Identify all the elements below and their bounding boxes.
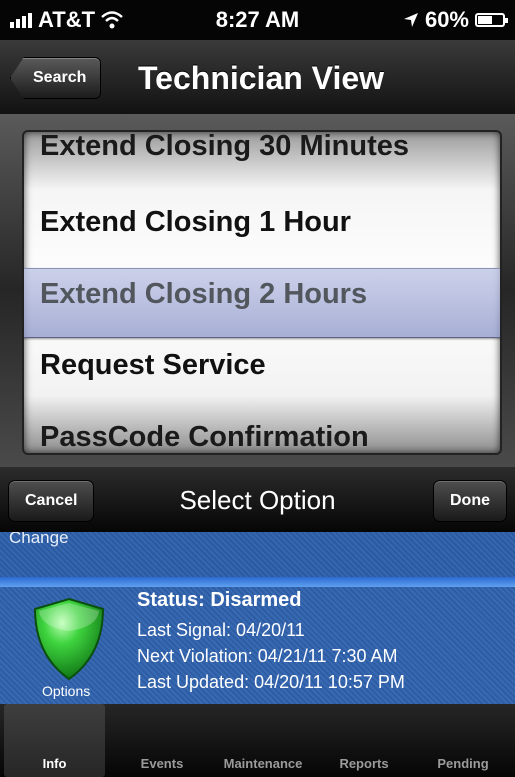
tab-label: Reports	[339, 756, 389, 771]
battery-percent: 60%	[424, 7, 469, 32]
tab-label: Events	[140, 756, 184, 771]
shield-icon[interactable]	[33, 597, 105, 681]
tab-events[interactable]: Events	[112, 704, 212, 777]
tab-label: Pending	[437, 756, 489, 771]
tab-bar: Info Events Maintenance Reports Pending	[0, 704, 515, 777]
navigation-bar: Search Technician View	[0, 40, 515, 115]
tab-pending[interactable]: Pending	[413, 704, 513, 777]
last-signal: Last Signal: 04/20/11	[137, 620, 305, 640]
picker-item[interactable]: Request Service	[40, 349, 266, 382]
next-violation: Next Violation: 04/21/11 7:30 AM	[137, 646, 398, 666]
battery-icon	[475, 13, 508, 27]
partial-row-label: Change	[9, 532, 69, 547]
last-updated: Last Updated: 04/20/11 10:57 PM	[137, 672, 405, 692]
tab-info[interactable]: Info	[4, 704, 105, 777]
done-button[interactable]: Done	[433, 480, 507, 522]
status-panel: Options Status: Disarmed Last Signal: 04…	[0, 587, 515, 704]
tab-label: Maintenance	[223, 756, 303, 771]
tab-reports[interactable]: Reports	[314, 704, 414, 777]
partial-row[interactable]: Change	[0, 532, 515, 577]
location-arrow-icon	[403, 13, 418, 27]
search-back-button[interactable]: Search	[10, 57, 102, 99]
section-divider	[0, 577, 515, 587]
status-title: Status: Disarmed	[137, 589, 302, 611]
picker-wheel[interactable]: Extend Closing 30 Minutes Extend Closing…	[22, 130, 502, 455]
options-label[interactable]: Options	[42, 683, 90, 699]
picker-item-selected[interactable]: Extend Closing 2 Hours	[40, 278, 367, 311]
picker-item[interactable]: Extend Closing 30 Minutes	[40, 132, 409, 163]
picker-item[interactable]: Extend Closing 1 Hour	[40, 206, 351, 239]
status-bar: AT&T 8:27 AM 60%	[0, 0, 515, 40]
status-right: 60%	[403, 7, 508, 33]
tab-label: Info	[42, 756, 67, 771]
page-title: Technician View	[138, 60, 385, 96]
picker-item[interactable]: PassCode Confirmation	[40, 421, 369, 453]
picker-toolbar: Cancel Select Option Done	[0, 466, 515, 533]
option-picker: Extend Closing 30 Minutes Extend Closing…	[0, 114, 515, 466]
tab-maintenance[interactable]: Maintenance	[207, 704, 319, 777]
